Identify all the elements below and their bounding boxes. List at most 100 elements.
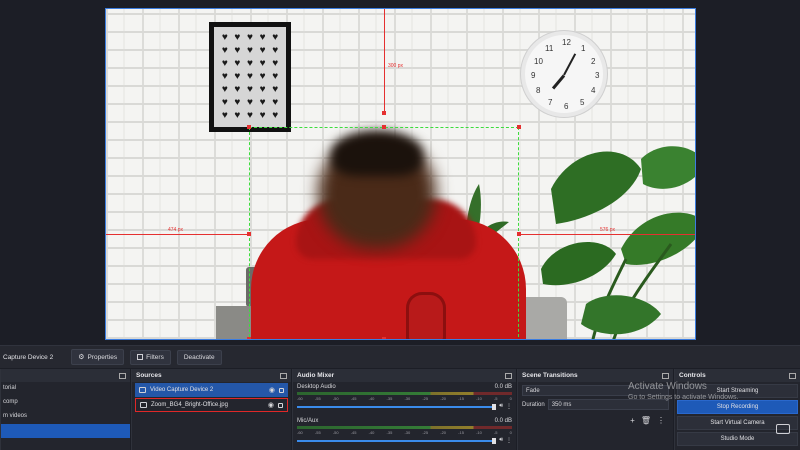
tick-label: -40: [368, 430, 375, 435]
sources-header: Sources: [132, 369, 291, 382]
transitions-title: Scene Transitions: [522, 372, 578, 379]
heart-poster: ♥ ♥ ♥ ♥ ♥ ♥ ♥ ♥ ♥ ♥ ♥ ♥ ♥ ♥ ♥ ♥ ♥ ♥ ♥ ♥ ♥ ♥ ♥ ♥ ♥ ♥ ♥ ♥ ♥ ♥ ♥ ♥ ♥ ♥…: [209, 22, 291, 132]
clock-number: 2: [591, 57, 596, 66]
image-icon: [140, 402, 147, 408]
clock-number: 7: [548, 98, 553, 107]
meter-ticks: -60 -55 -50 -45 -40 -35 -30 -25 -20 -15 …: [297, 430, 512, 435]
properties-button[interactable]: ⚙ Properties: [71, 349, 125, 365]
scene-item[interactable]: m videos: [1, 410, 130, 424]
duration-label: Duration: [522, 401, 545, 408]
towel: [519, 297, 567, 339]
fader-knob[interactable]: [492, 437, 497, 444]
measure-label-right: 576 px: [600, 227, 616, 233]
add-icon[interactable]: +: [630, 416, 635, 425]
source-item-zoom-bg[interactable]: Zoom_BG4_Bright-Office.jpg ◉: [135, 398, 288, 412]
tick-label: -10: [476, 430, 482, 435]
resize-handle-bm[interactable]: [382, 337, 386, 339]
speaker-icon[interactable]: 🔊︎: [499, 403, 503, 410]
camera-icon: [776, 424, 790, 434]
tick-label: -30: [404, 396, 411, 401]
tick-label: -50: [332, 396, 339, 401]
deactivate-label: Deactivate: [183, 353, 215, 361]
tick-label: -35: [386, 430, 393, 435]
tick-label: -60: [297, 430, 303, 435]
more-options-icon[interactable]: ⋮: [506, 403, 512, 410]
source-label: Zoom_BG4_Bright-Office.jpg: [151, 402, 228, 408]
preview-area: ♥ ♥ ♥ ♥ ♥ ♥ ♥ ♥ ♥ ♥ ♥ ♥ ♥ ♥ ♥ ♥ ♥ ♥ ♥ ♥ ♥ ♥ ♥ ♥ ♥ ♥ ♥ ♥ ♥ ♥ ♥ ♥ ♥ ♥…: [0, 0, 800, 345]
undock-icon[interactable]: [789, 372, 796, 379]
clock-hour-hand: [551, 74, 566, 90]
resize-handle-mr[interactable]: [517, 232, 521, 236]
filters-button[interactable]: Filters: [130, 349, 171, 365]
guide-line-right: [519, 234, 695, 235]
undock-icon[interactable]: [505, 372, 512, 379]
track-level: 0.0 dB: [494, 384, 512, 390]
volume-meter: [297, 426, 512, 429]
resize-handle-tr[interactable]: [517, 125, 521, 129]
lock-icon[interactable]: [278, 402, 283, 408]
studio-mode-button[interactable]: Studio Mode: [677, 432, 798, 446]
source-label: Video Capture Device 2: [150, 387, 214, 393]
preview-canvas[interactable]: ♥ ♥ ♥ ♥ ♥ ♥ ♥ ♥ ♥ ♥ ♥ ♥ ♥ ♥ ♥ ♥ ♥ ♥ ♥ ♥ ♥ ♥ ♥ ♥ ♥ ♥ ♥ ♥ ♥ ♥ ♥ ♥ ♥ ♥…: [105, 8, 696, 340]
lock-icon[interactable]: [279, 387, 284, 393]
scenes-dock: torial comp m videos: [0, 369, 130, 450]
more-options-icon[interactable]: ⋮: [657, 416, 665, 425]
scene-item-active[interactable]: [1, 424, 130, 438]
eye-icon[interactable]: ◉: [269, 386, 275, 394]
guide-line-top: [384, 9, 385, 113]
watermark-line2: Go to Settings to activate Windows.: [628, 394, 739, 401]
tick-label: -50: [332, 430, 339, 435]
tick-label: -10: [476, 396, 482, 401]
undock-icon[interactable]: [662, 372, 669, 379]
deactivate-button[interactable]: Deactivate: [176, 349, 222, 365]
undock-icon[interactable]: [280, 372, 287, 379]
source-item-video-capture[interactable]: Video Capture Device 2 ◉: [135, 383, 288, 397]
mixer-track: Mic/Aux 0.0 dB -60 -55 -50 -45 -40 -35 -…: [293, 416, 516, 446]
filters-label: Filters: [146, 353, 164, 361]
resize-handle-ml[interactable]: [247, 232, 251, 236]
resize-handle-tl[interactable]: [247, 125, 251, 129]
track-level: 0.0 dB: [494, 418, 512, 424]
tick-label: -55: [314, 430, 321, 435]
volume-meter: [297, 392, 512, 395]
clock-number: 12: [562, 38, 571, 47]
resize-handle-tm[interactable]: [382, 125, 386, 129]
clock-number: 9: [531, 71, 536, 80]
trash-icon[interactable]: 🗑︎: [641, 416, 651, 425]
clock-number: 4: [591, 86, 596, 95]
speaker-icon[interactable]: 🔊︎: [499, 437, 503, 444]
mixer-track: Desktop Audio 0.0 dB -60 -55 -50 -45 -40…: [293, 382, 516, 412]
clock-number: 6: [564, 102, 569, 111]
tick-label: -30: [404, 430, 411, 435]
scene-item[interactable]: torial: [1, 382, 130, 396]
scene-item[interactable]: comp: [1, 396, 130, 410]
audio-mixer-dock: Audio Mixer Desktop Audio 0.0 dB -60 -55…: [292, 369, 516, 450]
tick-label: -15: [458, 430, 464, 435]
selection-box[interactable]: [249, 127, 519, 339]
stop-recording-button[interactable]: Stop Recording: [677, 400, 798, 414]
tick-label: -5: [493, 396, 498, 401]
tick-label: -35: [386, 396, 393, 401]
fader-knob[interactable]: [492, 403, 497, 410]
mixer-title: Audio Mixer: [297, 372, 335, 379]
tick-label: -20: [440, 430, 447, 435]
tick-label: -15: [458, 396, 464, 401]
eye-icon[interactable]: ◉: [268, 401, 274, 409]
clock-number: 8: [536, 86, 541, 95]
tick-label: -5: [493, 430, 498, 435]
clock-number: 11: [545, 44, 554, 53]
mixer-header: Audio Mixer: [293, 369, 516, 382]
more-options-icon[interactable]: ⋮: [506, 437, 512, 444]
track-name: Desktop Audio: [297, 384, 336, 390]
resize-handle-bl[interactable]: [247, 337, 251, 339]
volume-fader[interactable]: [297, 437, 497, 444]
measure-label-top: 300 px: [388, 63, 404, 69]
clock-number: 3: [595, 71, 600, 80]
camera-icon: [139, 387, 146, 393]
undock-icon[interactable]: [119, 372, 126, 379]
tick-label: -60: [297, 396, 303, 401]
guide-handle[interactable]: [382, 111, 386, 115]
tick-label: -45: [350, 430, 357, 435]
volume-fader[interactable]: [297, 403, 497, 410]
active-source-name: Capture Device 2: [3, 353, 54, 361]
